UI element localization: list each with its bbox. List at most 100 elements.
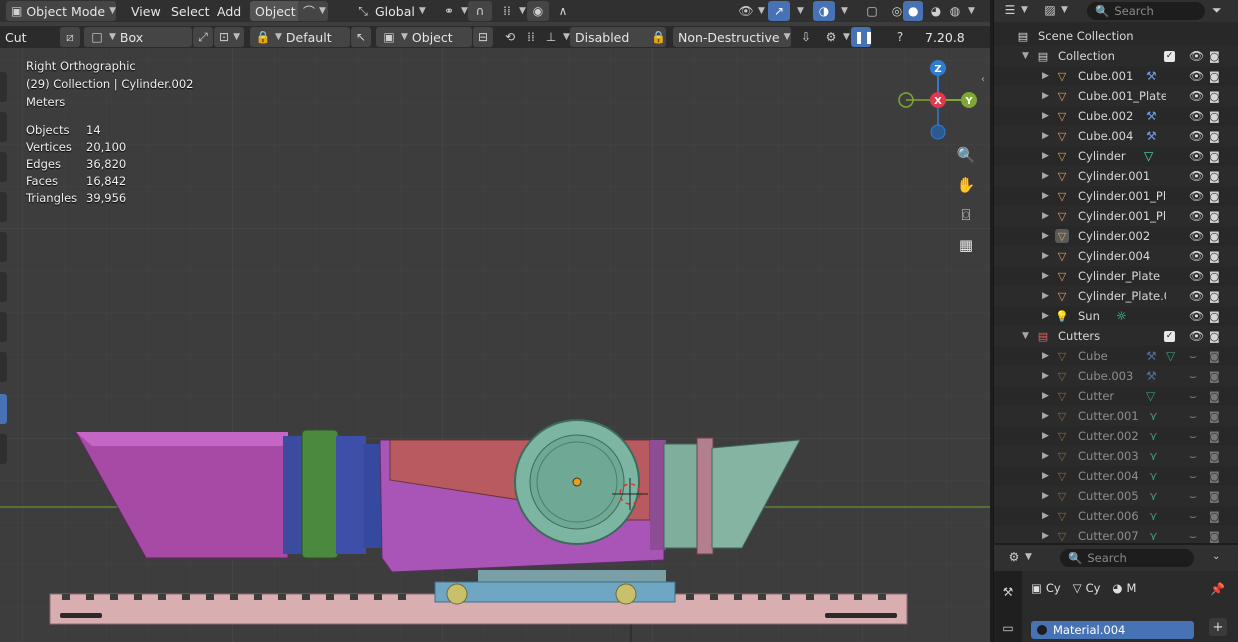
viewport-canvas[interactable]	[0, 48, 990, 642]
sun-data-icon[interactable]: ☼	[1116, 309, 1127, 323]
target-dropdown[interactable]: ▣ ▼ Object	[376, 27, 472, 47]
outliner-item[interactable]: ▶ ▽ Cube.004 ⚒ 👁 ◙	[994, 126, 1238, 146]
mesh-data-icon[interactable]: ⋎	[1149, 449, 1158, 463]
expand-arrow-icon[interactable]: ▶	[1042, 391, 1049, 401]
editor-type-dropdown[interactable]: ⚙ ▼	[1006, 549, 1032, 565]
camera-icon[interactable]: ◙	[1209, 230, 1220, 243]
gizmo-dropdown[interactable]: ▼	[792, 1, 809, 21]
expand-arrow-icon[interactable]: ▶	[1042, 531, 1049, 541]
render-tab-icon[interactable]: ▭	[999, 619, 1017, 637]
transform-orientation[interactable]: ⤡ Global ▼	[350, 1, 431, 21]
proportional-edit[interactable]: ◉	[527, 1, 549, 21]
expand-arrow-icon[interactable]: ▶	[1042, 471, 1049, 481]
camera-icon[interactable]: ◙	[1209, 70, 1220, 83]
eye-icon[interactable]: 👁	[1189, 149, 1204, 163]
camera-icon[interactable]: ◙	[1209, 510, 1220, 523]
mesh-data-icon[interactable]: ⋎	[1149, 489, 1158, 503]
camera-icon[interactable]: ◙	[1209, 390, 1220, 403]
outliner-item[interactable]: ▶ ▽ Cylinder.001_Pla 👁 ◙	[994, 186, 1238, 206]
outliner-item[interactable]: ▶ ▽ Cylinder_Plate 👁 ◙	[994, 266, 1238, 286]
eye-closed-icon[interactable]: ⌣	[1189, 429, 1197, 444]
chevron-down-icon[interactable]: ⌄	[1212, 551, 1220, 562]
outliner-item[interactable]: ▶ ▽ Cutter.002 ⋎ ⌣ ◙	[994, 426, 1238, 446]
outliner-search-input[interactable]: 🔍 Search	[1087, 2, 1205, 20]
camera-icon[interactable]: ◙	[1209, 430, 1220, 443]
visibility-dropdown[interactable]: 👁 ▼	[733, 1, 770, 21]
outliner-item[interactable]: ▶ ▽ Cube.001 ⚒ 👁 ◙	[994, 66, 1238, 86]
outliner-item[interactable]: ▶ ▽ Cylinder.004 👁 ◙	[994, 246, 1238, 266]
menu-view[interactable]: View	[126, 1, 166, 21]
camera-icon[interactable]: ◙	[1209, 330, 1220, 343]
eye-icon[interactable]: 👁	[1189, 89, 1204, 103]
expand-arrow-icon[interactable]: ▶	[1042, 351, 1049, 361]
mesh-data-icon[interactable]: ⋎	[1149, 509, 1158, 523]
collection-row-collection[interactable]: ▼ ▤ Collection ✓ 👁 ◙	[994, 46, 1238, 66]
outliner-item[interactable]: ▶ ▽ Cutter.001 ⋎ ⌣ ◙	[994, 406, 1238, 426]
filter-dropdown[interactable]: ▨ ▼	[1042, 2, 1068, 18]
mesh-data-icon[interactable]: ▽	[1166, 349, 1175, 363]
wrench-icon[interactable]: ⚒	[1146, 69, 1157, 83]
pan-hand-icon[interactable]: ✋	[954, 173, 978, 197]
expand-arrow-icon[interactable]: ▶	[1042, 311, 1049, 321]
eye-closed-icon[interactable]: ⌣	[1189, 449, 1197, 464]
target-option-button[interactable]: ⊟	[473, 27, 493, 47]
eye-icon[interactable]: 👁	[1189, 249, 1204, 263]
expand-arrow-icon[interactable]: ▼	[1022, 51, 1029, 61]
camera-icon[interactable]: ◙	[1209, 170, 1220, 183]
eye-closed-icon[interactable]: ⌣	[1189, 389, 1197, 404]
expand-arrow-icon[interactable]: ▶	[1042, 491, 1049, 501]
eye-closed-icon[interactable]: ⌣	[1189, 529, 1197, 544]
bevel-lock-button[interactable]: 🔒	[646, 27, 666, 47]
camera-icon[interactable]: ◙	[1209, 310, 1220, 323]
cut-mode-dropdown[interactable]: 🔒 ▼ Default	[250, 27, 350, 47]
expand-arrow-icon[interactable]: ▶	[1042, 71, 1049, 81]
outliner-item[interactable]: ▶ 💡 Sun ☼ 👁 ◙	[994, 306, 1238, 326]
gizmo-x-label[interactable]: X	[934, 96, 942, 107]
shape-option-button[interactable]: ⤢	[193, 27, 213, 47]
expand-arrow-icon[interactable]: ▶	[1042, 411, 1049, 421]
outliner-item[interactable]: ▶ ▽ Cylinder.001 👁 ◙	[994, 166, 1238, 186]
outliner-item[interactable]: ▶ ▽ Cube.001_Plate 👁 ◙	[994, 86, 1238, 106]
shading-dropdown[interactable]: ▼	[963, 1, 980, 21]
eye-icon[interactable]: 👁	[1189, 209, 1204, 223]
eye-closed-icon[interactable]: ⌣	[1189, 509, 1197, 524]
outliner-item[interactable]: ▶ ▽ Cube.002 ⚒ 👁 ◙	[994, 106, 1238, 126]
snap-toggle[interactable]: ∩	[468, 1, 492, 21]
eye-icon[interactable]: 👁	[1189, 69, 1204, 83]
expand-arrow-icon[interactable]: ▶	[1042, 291, 1049, 301]
outliner-item[interactable]: ▶ ▽ Cutter ▽ ⌣ ◙	[994, 386, 1238, 406]
pin-icon[interactable]: 📌	[1210, 582, 1225, 596]
gizmo-y-label[interactable]: Y	[964, 96, 973, 107]
display-mode-dropdown[interactable]: ☰ ▼	[1002, 2, 1028, 18]
expand-arrow-icon[interactable]: ▶	[1042, 451, 1049, 461]
eye-icon[interactable]: 👁	[1189, 109, 1204, 123]
method-dropdown[interactable]: Non-Destructive ▼	[673, 27, 791, 47]
collection-row-cutters[interactable]: ▼ ▤ Cutters ✓ 👁 ◙	[994, 326, 1238, 346]
menu-add[interactable]: Add	[212, 1, 246, 21]
camera-icon[interactable]: ◙	[1209, 530, 1220, 543]
wrench-icon[interactable]: ⚒	[1146, 109, 1157, 123]
properties-search-input[interactable]: 🔍 Search	[1060, 549, 1194, 567]
camera-icon[interactable]: ◙	[1209, 90, 1220, 103]
expand-arrow-icon[interactable]: ▶	[1042, 511, 1049, 521]
camera-icon[interactable]: ◙	[1209, 410, 1220, 423]
eye-icon[interactable]: 👁	[1189, 329, 1204, 343]
camera-icon[interactable]: ◙	[1209, 190, 1220, 203]
tool-tab-icon[interactable]: ⚒	[999, 583, 1017, 601]
outliner-item[interactable]: ▶ ▽ Cube ⚒ ▽ ⌣ ◙	[994, 346, 1238, 366]
wrench-icon[interactable]: ⚒	[1146, 369, 1157, 383]
add-material-slot-button[interactable]: +	[1209, 618, 1227, 636]
outliner-item[interactable]: ▶ ▽ Cylinder.001_Pla 👁 ◙	[994, 206, 1238, 226]
wrench-icon[interactable]: ⚒	[1146, 349, 1157, 363]
outliner-item[interactable]: ▶ ▽ Cutter.007 ⋎ ⌣ ◙	[994, 526, 1238, 543]
wrench-icon[interactable]: ⚒	[1146, 129, 1157, 143]
exclude-checkbox[interactable]: ✓	[1164, 330, 1175, 342]
eye-icon[interactable]: 👁	[1189, 269, 1204, 283]
shape-dropdown[interactable]: □ ▼ Box	[84, 27, 192, 47]
eye-icon[interactable]: 👁	[1189, 189, 1204, 203]
apply-button[interactable]: ⇩	[793, 27, 819, 47]
camera-icon[interactable]: ◙	[1209, 290, 1220, 303]
left-toolbar[interactable]	[0, 52, 8, 472]
outliner-item[interactable]: ▶ ▽ Cylinder.002 👁 ◙	[994, 226, 1238, 246]
menu-select[interactable]: Select	[166, 1, 215, 21]
